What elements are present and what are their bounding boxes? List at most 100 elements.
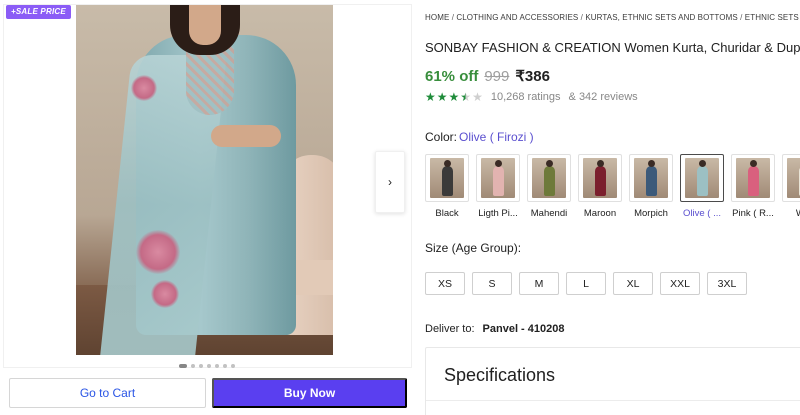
buy-now-button[interactable]: Buy Now	[212, 378, 407, 408]
swatch-thumbnail	[578, 154, 622, 202]
size-option[interactable]: 3XL	[707, 272, 747, 295]
next-image-button[interactable]: ›	[375, 151, 405, 213]
original-price: 999	[484, 68, 510, 85]
swatch-photo	[634, 158, 668, 198]
color-label-text: Color:	[425, 130, 458, 144]
reviews-count: & 342 reviews	[568, 91, 638, 103]
deliver-to-label: Deliver to:	[425, 323, 475, 335]
color-swatch[interactable]: Pink ( R...	[731, 154, 775, 219]
photo-print-flower	[131, 75, 157, 101]
color-swatch[interactable]: Mahendi	[527, 154, 571, 219]
size-options: XS S M L XL XXL 3XL	[425, 272, 747, 295]
breadcrumb: HOME / CLOTHING AND ACCESSORIES / KURTAS…	[425, 13, 799, 22]
carousel-dot[interactable]	[223, 364, 227, 368]
swatch-outfit	[544, 166, 555, 196]
carousel-dot[interactable]	[207, 364, 211, 368]
rating-row[interactable]: ★ ★ ★ ★ ★ 10,268 ratings & 342 reviews	[425, 91, 638, 103]
star-icon: ★	[425, 90, 436, 104]
product-details: HOME / CLOTHING AND ACCESSORIES / KURTAS…	[425, 0, 800, 415]
swatch-thumbnail	[731, 154, 775, 202]
swatch-outfit	[595, 166, 606, 196]
size-label: Size (Age Group):	[425, 241, 522, 255]
swatch-thumbnail	[425, 154, 469, 202]
delivery-pincode: Panvel - 410208	[482, 323, 565, 335]
breadcrumb-item[interactable]: HOME	[425, 13, 449, 22]
swatch-thumbnail	[782, 154, 800, 202]
swatch-label: Black	[435, 208, 459, 219]
swatch-model-head	[699, 160, 706, 167]
swatch-label: Whi	[778, 208, 800, 219]
carousel-dot[interactable]	[191, 364, 195, 368]
color-swatch[interactable]: Black	[425, 154, 469, 219]
delivery-row[interactable]: Deliver to: Panvel - 410208	[425, 323, 564, 335]
color-swatches: Black Ligth Pi... Mahendi Maroon Morpich Oliv…	[425, 154, 800, 219]
star-icon: ★	[448, 90, 460, 104]
swatch-photo	[787, 158, 800, 198]
star-icon: ★	[460, 90, 472, 104]
product-main-image[interactable]	[76, 5, 333, 355]
go-to-cart-button[interactable]: Go to Cart	[9, 378, 206, 408]
color-swatch[interactable]: Maroon	[578, 154, 622, 219]
selling-price: ₹386	[515, 68, 550, 85]
size-option[interactable]: L	[566, 272, 606, 295]
price-row: 61% off 999 ₹386	[425, 67, 550, 85]
swatch-photo	[481, 158, 515, 198]
swatch-thumbnail	[680, 154, 724, 202]
swatch-model-head	[546, 160, 553, 167]
swatch-model-head	[597, 160, 604, 167]
breadcrumb-item[interactable]: KURTAS, ETHNIC SETS AND BOTTOMS	[585, 13, 737, 22]
carousel-dot[interactable]	[215, 364, 219, 368]
size-option[interactable]: XS	[425, 272, 465, 295]
specifications-title: Specifications	[444, 365, 556, 385]
swatch-model-head	[648, 160, 655, 167]
swatch-photo	[736, 158, 770, 198]
color-swatch[interactable]: Morpich	[629, 154, 673, 219]
swatch-outfit	[646, 166, 657, 196]
carousel-dot[interactable]	[179, 364, 187, 368]
size-option[interactable]: S	[472, 272, 512, 295]
swatch-photo	[583, 158, 617, 198]
swatch-outfit	[748, 166, 759, 196]
color-swatch[interactable]: Olive ( ...	[680, 154, 724, 219]
color-swatch[interactable]: Whi	[782, 154, 800, 219]
selected-color: Olive ( Firozi )	[459, 130, 534, 144]
specifications-divider	[426, 400, 800, 401]
photo-print-flower	[136, 230, 180, 274]
swatch-outfit	[493, 166, 504, 196]
specifications-section[interactable]: Specifications	[425, 347, 800, 415]
size-option[interactable]: M	[519, 272, 559, 295]
size-option[interactable]: XL	[613, 272, 653, 295]
product-title: SONBAY FASHION & CREATION Women Kurta, C…	[425, 40, 800, 55]
sale-price-badge: +SALE PRICE	[6, 5, 71, 19]
ratings-count: 10,268 ratings	[490, 91, 561, 103]
star-rating: ★ ★ ★ ★ ★	[425, 91, 483, 103]
product-gallery: +SALE PRICE › Go to Cart Buy Now	[0, 0, 415, 415]
carousel-dots	[179, 364, 235, 368]
swatch-thumbnail	[476, 154, 520, 202]
swatch-label: Olive ( ...	[682, 208, 721, 219]
carousel-dot[interactable]	[199, 364, 203, 368]
carousel-dot[interactable]	[231, 364, 235, 368]
photo-arm	[211, 125, 281, 147]
size-option[interactable]: XXL	[660, 272, 700, 295]
swatch-outfit	[697, 166, 708, 196]
breadcrumb-item[interactable]: ETHNIC SETS	[745, 13, 799, 22]
photo-print-flower	[151, 280, 179, 308]
star-icon: ★	[436, 90, 448, 104]
swatch-label: Pink ( R...	[732, 208, 774, 219]
swatch-label: Maroon	[583, 208, 617, 219]
swatch-photo	[532, 158, 566, 198]
color-swatch[interactable]: Ligth Pi...	[476, 154, 520, 219]
swatch-photo	[430, 158, 464, 198]
photo-embroidery	[186, 45, 234, 115]
swatch-label: Mahendi	[530, 208, 568, 219]
swatch-thumbnail	[629, 154, 673, 202]
swatch-thumbnail	[527, 154, 571, 202]
swatch-model-head	[750, 160, 757, 167]
breadcrumb-item[interactable]: CLOTHING AND ACCESSORIES	[456, 13, 578, 22]
discount-percent: 61% off	[425, 68, 479, 85]
swatch-model-head	[444, 160, 451, 167]
swatch-outfit	[442, 166, 453, 196]
chevron-right-icon: ›	[388, 175, 392, 189]
color-label: Color: Olive ( Firozi )	[425, 130, 534, 144]
